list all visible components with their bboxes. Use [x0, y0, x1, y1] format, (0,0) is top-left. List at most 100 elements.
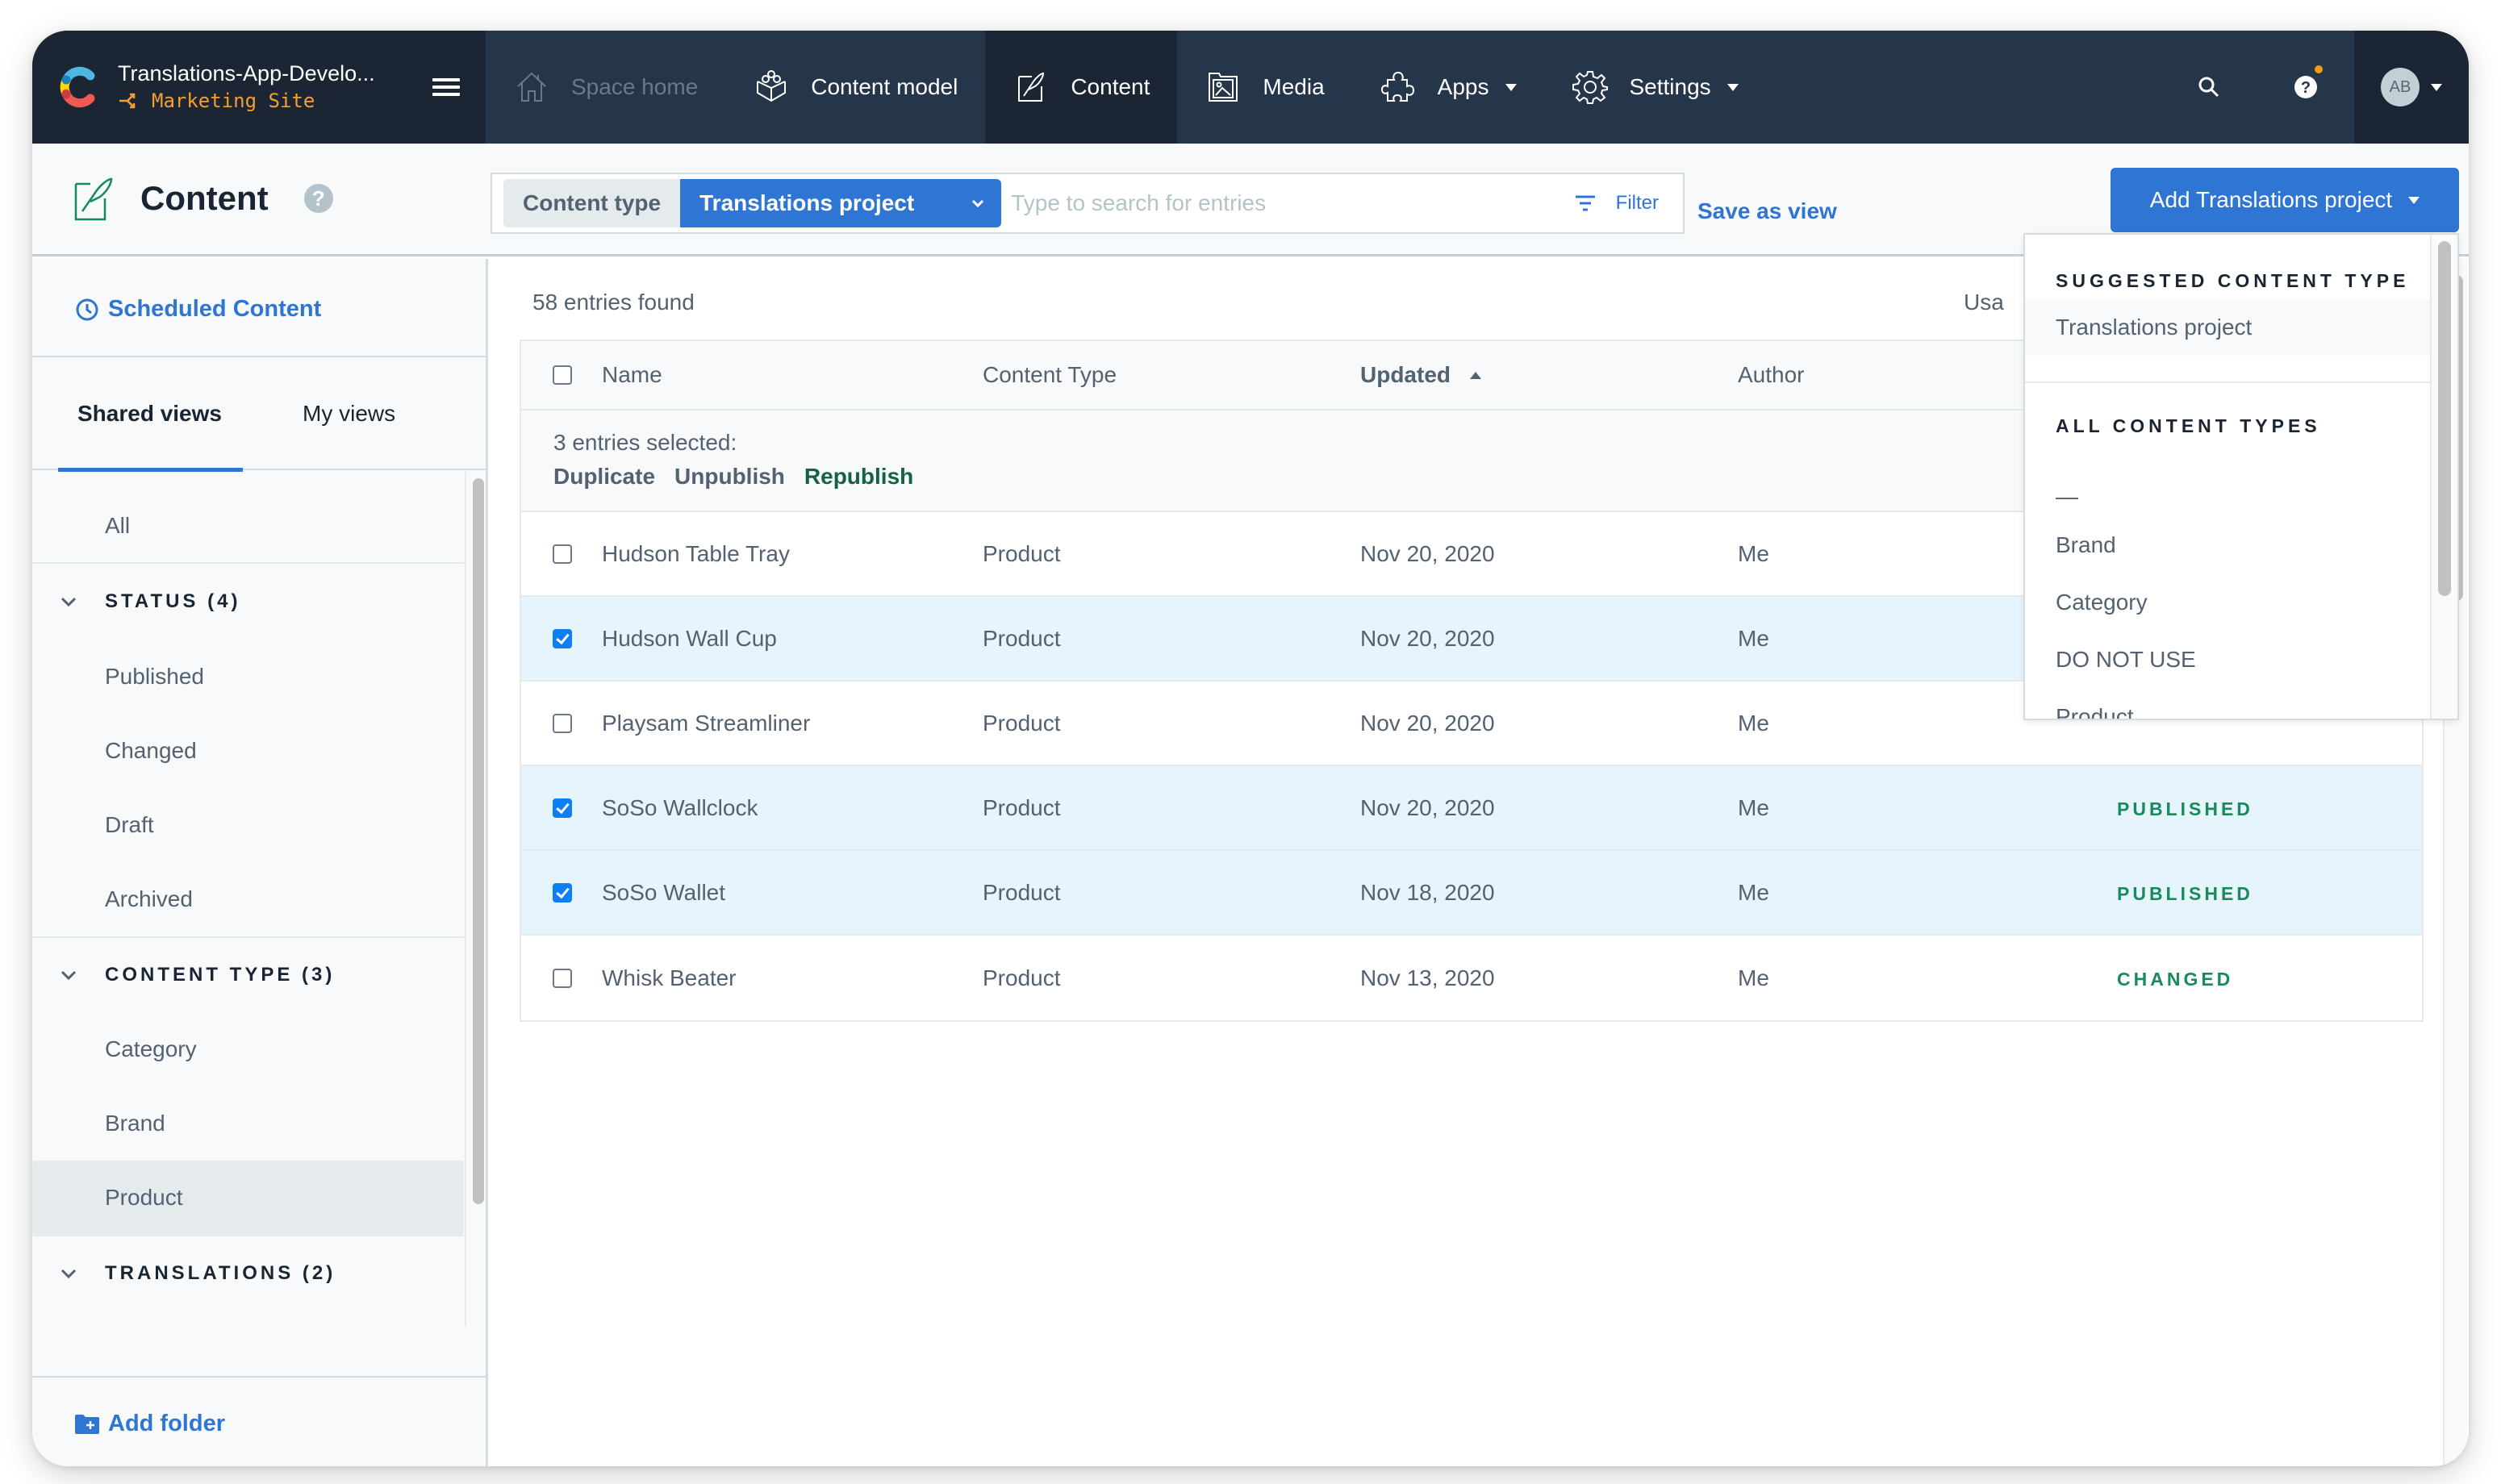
view-changed[interactable]: Changed [32, 714, 464, 788]
all-types-heading: ALL CONTENT TYPES [2056, 415, 2321, 436]
tab-my-views[interactable]: My views [303, 357, 395, 470]
save-as-view-link[interactable]: Save as view [1697, 198, 1837, 224]
unpublish-button[interactable]: Unpublish [674, 464, 785, 490]
entry-name[interactable]: Hudson Table Tray [602, 541, 983, 567]
hamburger-menu-icon[interactable] [432, 74, 460, 100]
suggested-heading: SUGGESTED CONTENT TYPE [2056, 270, 2410, 291]
table-row[interactable]: SoSo Wallet Product Nov 18, 2020 Me PUBLISHE… [521, 851, 2422, 936]
filter-button[interactable]: Filter [1561, 192, 1672, 215]
entry-updated: Nov 13, 2020 [1360, 965, 1495, 990]
column-name[interactable]: Name [602, 362, 983, 388]
status-badge: CHANGED [2117, 968, 2234, 990]
nav-label: Space home [571, 74, 699, 99]
dropdown-item-translations-project[interactable]: Translations project [2025, 299, 2430, 356]
nav-settings[interactable]: Settings [1544, 31, 1766, 144]
help-button[interactable]: ? [2257, 31, 2354, 144]
folder-status[interactable]: STATUS (4) [32, 564, 464, 640]
row-checkbox[interactable] [553, 798, 572, 818]
media-icon [1209, 73, 1238, 102]
entry-content-type: Product [983, 710, 1061, 736]
row-checkbox[interactable] [553, 882, 572, 902]
dropdown-scrollbar-thumb[interactable] [2438, 241, 2451, 596]
entry-author: Me [1738, 794, 1769, 820]
environment-branch-icon [119, 93, 136, 109]
nav-label: Content [1071, 74, 1150, 99]
nav-apps[interactable]: Apps [1352, 31, 1544, 144]
space-switcher[interactable]: Translations-App-Develo... Marketing Sit… [32, 31, 486, 144]
tab-shared-views[interactable]: Shared views [58, 357, 243, 472]
dropdown-item-category[interactable]: Category [2025, 574, 2430, 631]
nav-label: Media [1263, 74, 1325, 99]
view-product[interactable]: Product [32, 1161, 464, 1235]
folder-label: TRANSLATIONS (2) [105, 1262, 336, 1284]
nav-media[interactable]: Media [1177, 31, 1351, 144]
account-menu[interactable]: AB [2354, 31, 2469, 144]
entry-name[interactable]: SoSo Wallclock [602, 795, 983, 821]
dropdown-item-do-not-use[interactable]: DO NOT USE [2025, 632, 2430, 688]
dropdown-item-brand[interactable]: Brand [2025, 517, 2430, 573]
entry-name[interactable]: Whisk Beater [602, 965, 983, 991]
column-updated[interactable]: Updated [1360, 362, 1738, 388]
view-brand[interactable]: Brand [32, 1086, 464, 1161]
help-icon[interactable]: ? [303, 184, 333, 213]
folder-label: STATUS (4) [105, 590, 241, 612]
entry-content-type: Product [983, 879, 1061, 905]
folder-content-type[interactable]: CONTENT TYPE (3) [32, 936, 464, 1012]
folder-plus-icon [75, 1414, 99, 1434]
entry-updated: Nov 20, 2020 [1360, 794, 1495, 820]
search-input[interactable] [1001, 190, 1561, 216]
republish-button[interactable]: Republish [804, 464, 913, 490]
add-folder-label: Add folder [108, 1411, 225, 1436]
svg-text:?: ? [2301, 79, 2311, 97]
view-draft[interactable]: Draft [32, 788, 464, 862]
dropdown-item-product[interactable]: Product [2025, 689, 2430, 719]
content-icon [74, 177, 113, 221]
entry-author: Me [1738, 879, 1769, 905]
clock-icon [76, 298, 98, 320]
scheduled-content-link[interactable]: Scheduled Content [74, 296, 321, 323]
content-model-icon [757, 70, 787, 102]
sidebar-scrollbar-thumb[interactable] [473, 478, 484, 1204]
add-entry-dropdown: SUGGESTED CONTENT TYPE Translations proj… [2023, 233, 2459, 720]
entry-name[interactable]: Hudson Wall Cup [602, 626, 983, 652]
add-entry-label: Add Translations project [2149, 187, 2393, 212]
chevron-down-icon [1505, 83, 1517, 91]
dropdown-scrollbar[interactable] [2430, 235, 2457, 719]
view-published[interactable]: Published [32, 640, 464, 714]
nav-content-model[interactable]: Content model [725, 31, 985, 144]
entry-updated: Nov 18, 2020 [1360, 879, 1495, 905]
nav-content[interactable]: Content [985, 31, 1178, 144]
divider [32, 1376, 488, 1378]
row-checkbox[interactable] [553, 968, 572, 988]
add-folder-button[interactable]: Add folder [74, 1411, 225, 1437]
row-checkbox[interactable] [553, 544, 572, 564]
space-name: Translations-App-Develo... [118, 61, 375, 85]
row-checkbox[interactable] [553, 628, 572, 648]
search-button[interactable] [2161, 31, 2257, 144]
content-type-select[interactable]: Translations project [680, 179, 1002, 227]
sidebar-scrollbar[interactable] [465, 472, 486, 1327]
entry-name[interactable]: Playsam Streamliner [602, 711, 983, 736]
chevron-down-icon [61, 1269, 77, 1279]
table-row[interactable]: SoSo Wallclock Product Nov 20, 2020 Me PUBLI… [521, 766, 2422, 851]
table-row[interactable]: Whisk Beater Product Nov 13, 2020 Me CHANGED [521, 936, 2422, 1020]
puzzle-icon [1380, 71, 1414, 102]
search-bar: Content type Translations project Filter [491, 173, 1685, 234]
sort-ascending-icon[interactable] [1470, 371, 1481, 379]
nav-label: Apps [1437, 74, 1489, 99]
environment-name: Marketing Site [152, 90, 315, 112]
view-category[interactable]: Category [32, 1012, 464, 1086]
content-icon [1018, 72, 1045, 102]
view-all[interactable]: All [32, 472, 464, 564]
view-archived[interactable]: Archived [32, 862, 464, 936]
avatar: AB [2381, 68, 2420, 106]
duplicate-button[interactable]: Duplicate [553, 464, 655, 490]
folder-translations[interactable]: TRANSLATIONS (2) [32, 1235, 464, 1311]
nav-space-home[interactable]: Space home [486, 31, 725, 144]
add-entry-button[interactable]: Add Translations project [2111, 168, 2459, 232]
entry-name[interactable]: SoSo Wallet [602, 880, 983, 906]
content-type-label: Content type [503, 179, 681, 227]
select-all-checkbox[interactable] [553, 365, 572, 385]
column-content-type[interactable]: Content Type [983, 362, 1360, 388]
row-checkbox[interactable] [553, 713, 572, 733]
